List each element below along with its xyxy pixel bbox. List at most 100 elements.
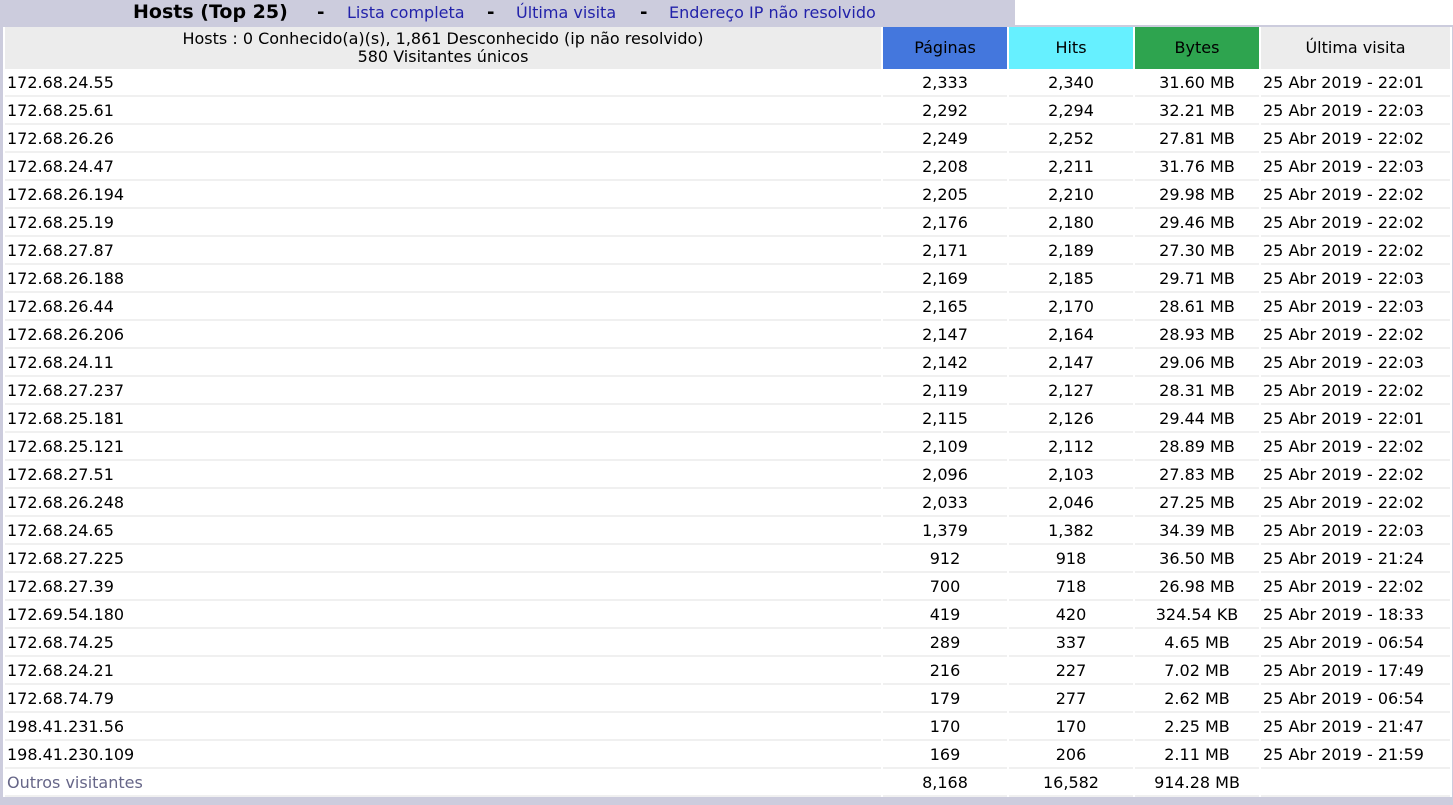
pages-cell: 2,119 [883, 377, 1007, 405]
pages-cell: 1,379 [883, 517, 1007, 545]
last-visit-cell: 25 Abr 2019 - 06:54 [1261, 629, 1450, 657]
pages-cell: 2,115 [883, 405, 1007, 433]
last-visit-cell: 25 Abr 2019 - 22:03 [1261, 293, 1450, 321]
bytes-cell: 29.98 MB [1135, 181, 1259, 209]
bytes-cell: 31.60 MB [1135, 69, 1259, 97]
table-row: 172.68.25.181 2,115 2,126 29.44 MB 25 Abr 20… [5, 405, 1450, 433]
table-frame: Hosts : 0 Conhecido(a)(s), 1,861 Desconh… [0, 25, 1453, 805]
hits-cell: 718 [1009, 573, 1133, 601]
host-cell: 172.68.26.206 [5, 321, 881, 349]
host-cell: 172.68.24.21 [5, 657, 881, 685]
host-cell: 172.68.26.188 [5, 265, 881, 293]
hosts-table: Hosts : 0 Conhecido(a)(s), 1,861 Desconh… [3, 27, 1452, 797]
last-visit-link[interactable]: Última visita [516, 0, 616, 25]
table-row: 172.68.25.121 2,109 2,112 28.89 MB 25 Abr 20… [5, 433, 1450, 461]
last-visit-cell: 25 Abr 2019 - 22:01 [1261, 405, 1450, 433]
bytes-cell: 28.61 MB [1135, 293, 1259, 321]
bytes-cell: 324.54 KB [1135, 601, 1259, 629]
last-visit-cell: 25 Abr 2019 - 22:03 [1261, 97, 1450, 125]
hits-cell: 2,340 [1009, 69, 1133, 97]
pages-cell: 912 [883, 545, 1007, 573]
last-visit-cell: 25 Abr 2019 - 22:02 [1261, 237, 1450, 265]
full-list-link[interactable]: Lista completa [347, 0, 465, 25]
host-cell: 172.68.24.55 [5, 69, 881, 97]
table-row: 172.68.24.21 216 227 7.02 MB 25 Abr 2019 - 1… [5, 657, 1450, 685]
hits-cell: 2,252 [1009, 125, 1133, 153]
last-visit-cell: 25 Abr 2019 - 22:02 [1261, 125, 1450, 153]
table-row: 172.68.74.79 179 277 2.62 MB 25 Abr 2019 - 0… [5, 685, 1450, 713]
hits-column-header: Hits [1009, 27, 1133, 69]
table-row: 172.68.24.11 2,142 2,147 29.06 MB 25 Abr 201… [5, 349, 1450, 377]
table-row: 172.68.24.55 2,333 2,340 31.60 MB 25 Abr 201… [5, 69, 1450, 97]
host-cell: 172.68.25.181 [5, 405, 881, 433]
host-cell: 172.68.27.39 [5, 573, 881, 601]
table-row: 172.68.26.194 2,205 2,210 29.98 MB 25 Abr 20… [5, 181, 1450, 209]
bytes-cell: 29.46 MB [1135, 209, 1259, 237]
bytes-cell: 27.25 MB [1135, 489, 1259, 517]
table-header-row: Hosts : 0 Conhecido(a)(s), 1,861 Desconh… [5, 27, 1450, 69]
host-cell: 172.68.74.79 [5, 685, 881, 713]
last-visit-cell: 25 Abr 2019 - 06:54 [1261, 685, 1450, 713]
pages-cell: 2,292 [883, 97, 1007, 125]
last-visit-cell [1261, 769, 1450, 797]
last-visit-cell: 25 Abr 2019 - 22:02 [1261, 573, 1450, 601]
last-visit-cell: 25 Abr 2019 - 21:47 [1261, 713, 1450, 741]
hits-cell: 2,147 [1009, 349, 1133, 377]
pages-cell: 289 [883, 629, 1007, 657]
pages-cell: 2,249 [883, 125, 1007, 153]
bytes-cell: 2.25 MB [1135, 713, 1259, 741]
hits-cell: 2,185 [1009, 265, 1133, 293]
bytes-cell: 29.06 MB [1135, 349, 1259, 377]
last-visit-cell: 25 Abr 2019 - 21:59 [1261, 741, 1450, 769]
last-visit-cell: 25 Abr 2019 - 22:02 [1261, 209, 1450, 237]
hits-cell: 2,103 [1009, 461, 1133, 489]
pages-cell: 2,142 [883, 349, 1007, 377]
last-visit-cell: 25 Abr 2019 - 21:24 [1261, 545, 1450, 573]
pages-cell: 2,171 [883, 237, 1007, 265]
pages-cell: 8,168 [883, 769, 1007, 797]
bytes-cell: 2.62 MB [1135, 685, 1259, 713]
bytes-column-header: Bytes [1135, 27, 1259, 69]
bytes-cell: 36.50 MB [1135, 545, 1259, 573]
hits-cell: 227 [1009, 657, 1133, 685]
bytes-cell: 28.31 MB [1135, 377, 1259, 405]
host-cell: 172.68.25.61 [5, 97, 881, 125]
bytes-cell: 32.21 MB [1135, 97, 1259, 125]
pages-cell: 2,176 [883, 209, 1007, 237]
last-visit-cell: 25 Abr 2019 - 22:02 [1261, 489, 1450, 517]
unresolved-ip-link[interactable]: Endereço IP não resolvido [669, 0, 876, 25]
table-row: 172.68.26.188 2,169 2,185 29.71 MB 25 Abr 20… [5, 265, 1450, 293]
last-visit-cell: 25 Abr 2019 - 17:49 [1261, 657, 1450, 685]
host-cell: 172.68.74.25 [5, 629, 881, 657]
table-row: 172.68.27.39 700 718 26.98 MB 25 Abr 2019 - … [5, 573, 1450, 601]
host-cell: 172.68.26.248 [5, 489, 881, 517]
host-cell: 172.69.54.180 [5, 601, 881, 629]
hits-cell: 2,046 [1009, 489, 1133, 517]
table-row: 172.68.26.206 2,147 2,164 28.93 MB 25 Abr 20… [5, 321, 1450, 349]
hits-cell: 170 [1009, 713, 1133, 741]
bytes-cell: 4.65 MB [1135, 629, 1259, 657]
host-cell: 172.68.26.26 [5, 125, 881, 153]
title-separator: - [487, 2, 495, 23]
host-cell: 198.41.231.56 [5, 713, 881, 741]
hits-cell: 2,127 [1009, 377, 1133, 405]
pages-cell: 2,096 [883, 461, 1007, 489]
section-title-bar: Hosts (Top 25) - Lista completa - Última… [0, 0, 1015, 25]
table-row: 172.68.25.61 2,292 2,294 32.21 MB 25 Abr 201… [5, 97, 1450, 125]
title-separator: - [640, 2, 648, 23]
pages-cell: 2,165 [883, 293, 1007, 321]
host-cell: 172.68.24.47 [5, 153, 881, 181]
table-row: 172.68.27.51 2,096 2,103 27.83 MB 25 Abr 201… [5, 461, 1450, 489]
hits-cell: 1,382 [1009, 517, 1133, 545]
pages-cell: 216 [883, 657, 1007, 685]
table-row: 172.68.24.65 1,379 1,382 34.39 MB 25 Abr 201… [5, 517, 1450, 545]
last-visit-cell: 25 Abr 2019 - 22:02 [1261, 377, 1450, 405]
unique-visitors-line: 580 Visitantes únicos [357, 47, 529, 66]
host-cell: 172.68.24.11 [5, 349, 881, 377]
bytes-cell: 29.44 MB [1135, 405, 1259, 433]
pages-cell: 179 [883, 685, 1007, 713]
pages-cell: 2,169 [883, 265, 1007, 293]
host-cell: 172.68.27.237 [5, 377, 881, 405]
hosts-report: Hosts (Top 25) - Lista completa - Última… [0, 0, 1453, 805]
hits-cell: 206 [1009, 741, 1133, 769]
